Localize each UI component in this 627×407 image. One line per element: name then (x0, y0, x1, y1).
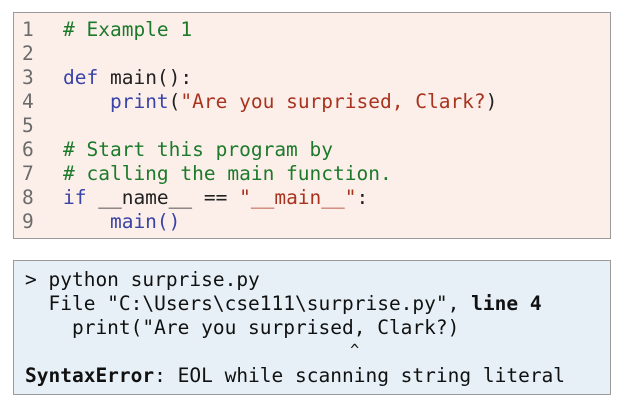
code-line: 3 def main(): (14, 66, 610, 90)
code-token: main(): (98, 66, 193, 89)
code-text: main() (63, 210, 180, 234)
error-type: SyntaxError (25, 364, 155, 387)
line-number: 8 (22, 186, 34, 209)
traceback-file-line: File "C:\Users\cse111\surprise.py", line… (25, 292, 542, 316)
code-token: # calling the main function. (63, 162, 392, 185)
code-text: # Start this program by (63, 138, 333, 162)
terminal-output-panel: > python surprise.py File "C:\Users\cse1… (13, 260, 611, 395)
line-number: 5 (22, 114, 34, 137)
line-number: 1 (22, 18, 34, 41)
traceback-line-number: line 4 (471, 292, 542, 315)
error-message-line: SyntaxError: EOL while scanning string l… (25, 364, 565, 388)
code-line: 7 # calling the main function. (14, 162, 610, 186)
code-line: 1 # Example 1 (14, 18, 610, 42)
traceback-source-echo: print("Are you surprised, Clark?) (25, 316, 460, 339)
code-line: 6 # Start this program by (14, 138, 610, 162)
code-token: print (109, 90, 169, 113)
code-line: 2 (14, 42, 610, 66)
code-token: def (63, 66, 99, 89)
code-token: __name__ == (86, 186, 240, 209)
code-line: 5 (14, 114, 610, 138)
error-message: : EOL while scanning string literal (154, 364, 566, 387)
code-text: # Example 1 (63, 18, 192, 42)
terminal-command-line: > python surprise.py (25, 268, 260, 291)
traceback-file-path: File "C:\Users\cse111\surprise.py", (25, 292, 472, 315)
code-token: ( (168, 90, 181, 113)
code-line: 4 print("Are you surprised, Clark?) (14, 90, 610, 114)
code-token: # Example 1 (63, 18, 193, 41)
code-line: 9 main() (14, 210, 610, 234)
code-editor-panel: 1 # Example 1 2 3 def main(): 4 print("Are yo… (13, 12, 611, 239)
code-token: "__main__" (239, 186, 357, 209)
line-number: 3 (22, 66, 34, 89)
line-number: 2 (22, 42, 34, 65)
code-token: # Start this program by (63, 138, 334, 161)
line-number: 7 (22, 162, 34, 185)
code-line: 8 if __name__ == "__main__": (14, 186, 610, 210)
code-token: main() (63, 210, 181, 233)
code-token: if (63, 186, 87, 209)
code-text: def main(): (63, 66, 192, 90)
line-number: 6 (22, 138, 34, 161)
line-number: 4 (22, 90, 34, 113)
code-token: ) (485, 90, 498, 113)
code-text: if __name__ == "__main__": (63, 186, 368, 210)
code-text: print("Are you surprised, Clark?) (63, 90, 497, 114)
line-number: 9 (22, 210, 34, 233)
code-token: : (356, 186, 369, 209)
error-caret: ^ (25, 341, 360, 359)
code-text: # calling the main function. (63, 162, 392, 186)
code-token: "Are you surprised, Clark? (180, 90, 486, 113)
